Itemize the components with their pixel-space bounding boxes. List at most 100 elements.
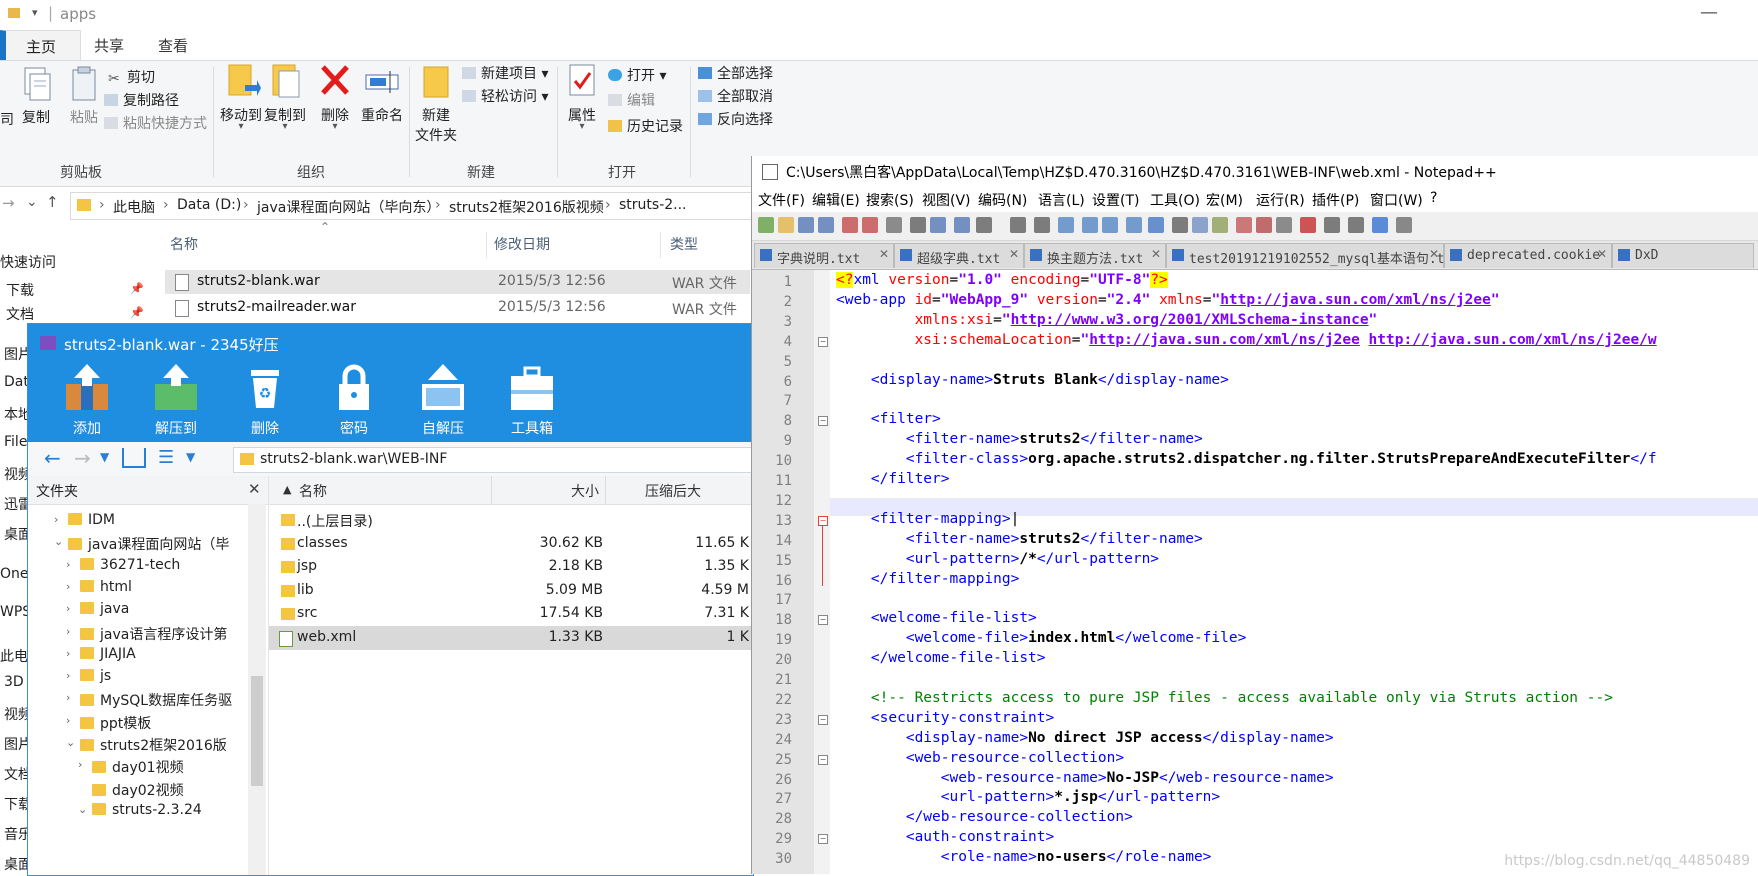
tab-view[interactable]: 查看 — [158, 35, 188, 56]
tree-node[interactable]: › js — [66, 668, 111, 684]
toolbar-icon[interactable] — [1082, 217, 1098, 233]
tree-expand-icon[interactable]: › — [66, 647, 70, 660]
pin-icon[interactable]: 📌 — [130, 306, 144, 319]
toolbar-icon[interactable] — [1324, 217, 1340, 233]
menu-item[interactable]: 编辑(E) — [812, 190, 860, 210]
archive-row[interactable]: lib 5.09 MB 4.59 M — [269, 579, 753, 603]
extract-button[interactable]: 解压到 — [141, 362, 211, 437]
tree-node[interactable]: › MySQL数据库任务驱 — [66, 690, 232, 710]
archive-row[interactable]: jsp 2.18 KB 1.35 K — [269, 555, 753, 579]
select-all-button[interactable]: 全部选择 — [698, 63, 773, 83]
password-button[interactable]: 密码 — [319, 362, 389, 437]
archive-row[interactable]: src 17.54 KB 7.31 K — [269, 602, 753, 626]
tree-expand-icon[interactable]: › — [54, 513, 58, 526]
tree-node[interactable]: ⌄ struts2框架2016版 — [66, 735, 227, 755]
close-icon[interactable]: ✕ — [879, 247, 889, 261]
chevron-down-icon[interactable]: ▼ — [100, 450, 109, 464]
archive-column-name[interactable]: 名称 — [299, 481, 327, 501]
back-arrow-icon[interactable]: ← — [44, 446, 61, 470]
toolbar-icon[interactable] — [1396, 217, 1412, 233]
delete-button[interactable]: 删除 ▾ — [315, 61, 355, 132]
zip-delete-button[interactable]: ♻ 删除 — [230, 362, 300, 437]
up-folder-icon[interactable] — [122, 448, 146, 468]
fold-toggle-icon[interactable]: − — [818, 714, 828, 725]
menu-item[interactable]: 插件(P) — [1312, 190, 1359, 210]
archive-row[interactable]: web.xml 1.33 KB 1 K — [269, 625, 753, 650]
up-arrow-icon[interactable]: ↑ — [46, 193, 59, 211]
nav-file[interactable]: File — [4, 434, 27, 450]
paste-shortcut-button[interactable]: 粘贴快捷方式 — [104, 113, 207, 133]
toolbox-button[interactable]: 工具箱 — [497, 362, 567, 437]
copy-button[interactable]: 复制 — [14, 65, 58, 127]
edit-button[interactable]: 编辑 — [608, 90, 655, 110]
address-bar[interactable]: › 此电脑 › Data (D:) › java课程面向网站（毕向东） › st… — [70, 192, 752, 220]
chevron-down-icon[interactable]: ▼ — [186, 450, 195, 464]
tree-node[interactable]: › ppt模板 — [66, 713, 151, 733]
fold-toggle-icon[interactable]: − — [818, 754, 828, 765]
toolbar-icon[interactable] — [1172, 217, 1188, 233]
toolbar-icon[interactable] — [1256, 217, 1272, 233]
archive-path-field[interactable]: struts2-blank.war\WEB-INF — [233, 447, 755, 473]
fold-toggle-icon[interactable]: − — [818, 834, 828, 845]
toolbar-icon[interactable] — [910, 217, 926, 233]
invert-selection-button[interactable]: 反向选择 — [698, 109, 773, 129]
menu-item[interactable]: 运行(R) — [1256, 190, 1305, 210]
tab-home[interactable]: 主页 — [0, 30, 81, 61]
tree-node[interactable]: › IDM — [54, 512, 115, 528]
cut-button[interactable]: ✂ 剪切 — [108, 67, 155, 87]
tree-node[interactable]: day02视频 — [92, 780, 184, 800]
fold-toggle-icon[interactable]: − — [818, 416, 828, 427]
tree-node[interactable]: › 36271-tech — [66, 557, 180, 573]
nav-data[interactable]: Dat — [4, 374, 29, 390]
tree-expand-icon[interactable]: › — [66, 580, 70, 593]
file-tab[interactable]: DxD — [1612, 243, 1754, 268]
paste-button[interactable]: 粘贴 — [62, 65, 106, 127]
tree-node[interactable]: › JIAJIA — [66, 646, 136, 662]
close-icon[interactable]: ✕ — [1009, 247, 1019, 261]
fold-toggle-icon[interactable]: − — [818, 615, 828, 626]
tree-expand-icon[interactable]: › — [66, 558, 70, 571]
toolbar-icon[interactable] — [758, 217, 774, 233]
toolbar-icon[interactable] — [1102, 217, 1118, 233]
toolbar-icon[interactable] — [1348, 217, 1364, 233]
archive-row[interactable]: ..(上层目录) — [269, 508, 753, 532]
tree-scroll-thumb[interactable] — [251, 676, 263, 786]
tree-expand-icon[interactable]: › — [66, 625, 70, 638]
toolbar-icon[interactable] — [930, 217, 946, 233]
self-extract-button[interactable]: 自解压 — [408, 362, 478, 437]
column-name[interactable]: 名称 — [170, 234, 198, 254]
file-tab[interactable]: deprecated.cookie ✕ — [1444, 243, 1612, 268]
pin-icon[interactable]: 📌 — [130, 282, 144, 295]
menu-item[interactable]: 工具(O) — [1150, 190, 1200, 210]
properties-button[interactable]: 属性 ▾ — [562, 61, 602, 132]
column-date[interactable]: 修改日期 — [494, 234, 550, 254]
file-row[interactable]: struts2-blank.war 2015/5/3 12:56 WAR 文件 — [165, 270, 750, 294]
archive-column-size[interactable]: 大小 — [571, 481, 599, 501]
breadcrumb-struts-video[interactable]: struts2框架2016版视频 — [449, 197, 604, 217]
close-icon[interactable]: ✕ — [1597, 247, 1607, 261]
menu-item[interactable]: 语言(L) — [1038, 190, 1085, 210]
tree-node[interactable]: ⌄ struts-2.3.24 — [78, 802, 202, 818]
fold-toggle-icon[interactable]: − — [818, 515, 828, 526]
toolbar-icon[interactable] — [1300, 217, 1316, 233]
close-icon[interactable]: ✕ — [1151, 247, 1161, 261]
tree-node[interactable]: › html — [66, 579, 132, 595]
new-item-button[interactable]: 新建项目 ▾ — [462, 63, 548, 83]
file-tab[interactable]: 字典说明.txt ✕ — [754, 243, 894, 268]
history-button[interactable]: 历史记录 — [608, 116, 683, 136]
fold-toggle-icon[interactable]: − — [818, 336, 828, 347]
archive-column-compressed[interactable]: 压缩后大 — [645, 481, 701, 501]
toolbar-icon[interactable] — [798, 217, 814, 233]
breadcrumb-course[interactable]: java课程面向网站（毕向东） — [257, 197, 440, 217]
menu-item[interactable]: 搜索(S) — [866, 190, 914, 210]
new-folder-button[interactable]: 新建 文件夹 — [414, 61, 458, 145]
copy-to-button[interactable]: 复制到 ▾ — [263, 61, 307, 132]
tree-node[interactable]: › day01视频 — [78, 757, 184, 777]
menu-item[interactable]: 宏(M) — [1206, 190, 1243, 210]
tree-expand-icon[interactable]: › — [66, 691, 70, 704]
archive-row[interactable]: classes 30.62 KB 11.65 K — [269, 532, 753, 556]
rename-button[interactable]: 重命名 — [358, 61, 406, 125]
tab-share[interactable]: 共享 — [94, 35, 124, 56]
toolbar-icon[interactable] — [1126, 217, 1142, 233]
toolbar-icon[interactable] — [976, 217, 992, 233]
